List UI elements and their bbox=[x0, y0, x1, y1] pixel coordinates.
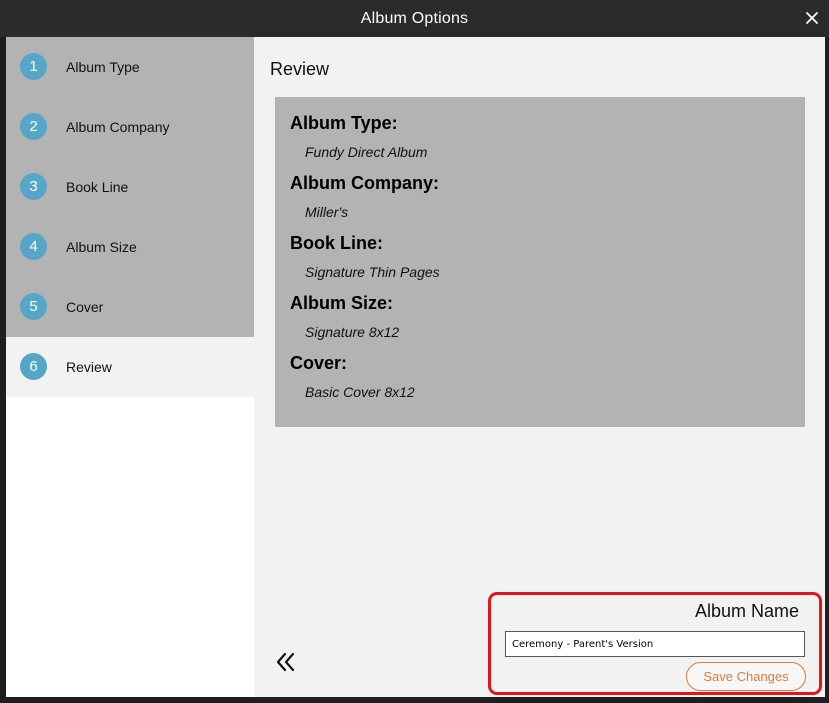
step-number-badge: 3 bbox=[20, 173, 47, 200]
step-album-company[interactable]: 2 Album Company bbox=[6, 97, 254, 157]
step-label: Book Line bbox=[66, 179, 129, 195]
review-item-book-line: Book Line: Signature Thin Pages bbox=[290, 233, 440, 280]
step-label: Review bbox=[66, 359, 112, 375]
album-name-label: Album Name bbox=[694, 601, 799, 621]
step-number-badge: 4 bbox=[20, 233, 47, 260]
page-title: Review bbox=[270, 59, 330, 79]
step-album-size[interactable]: 4 Album Size bbox=[6, 217, 254, 277]
review-value: Miller's bbox=[305, 204, 349, 220]
save-changes-button[interactable]: Save Changes bbox=[686, 662, 806, 691]
window-title: Album Options bbox=[360, 10, 469, 27]
review-key: Album Type: bbox=[290, 113, 398, 133]
close-icon[interactable] bbox=[805, 11, 819, 25]
step-number-badge: 6 bbox=[20, 353, 47, 380]
review-value: Basic Cover 8x12 bbox=[305, 384, 415, 400]
review-key: Album Size: bbox=[290, 293, 394, 313]
review-key: Album Company: bbox=[290, 173, 440, 193]
step-album-type[interactable]: 1 Album Type bbox=[6, 37, 254, 97]
step-label: Album Company bbox=[66, 119, 170, 135]
review-key: Book Line: bbox=[290, 233, 383, 253]
review-value: Fundy Direct Album bbox=[305, 144, 428, 160]
double-chevron-left-icon[interactable] bbox=[274, 651, 298, 673]
review-key: Cover: bbox=[290, 353, 348, 373]
review-item-album-type: Album Type: Fundy Direct Album bbox=[290, 113, 427, 160]
review-value: Signature Thin Pages bbox=[305, 264, 440, 280]
album-name-panel: Album Name Save Changes bbox=[488, 592, 822, 695]
step-label: Album Type bbox=[66, 59, 140, 75]
step-cover[interactable]: 5 Cover bbox=[6, 277, 254, 337]
step-number-badge: 1 bbox=[20, 53, 47, 80]
step-review[interactable]: 6 Review bbox=[6, 337, 254, 397]
review-summary: Album Type: Fundy Direct Album Album Com… bbox=[275, 97, 805, 427]
step-label: Cover bbox=[66, 299, 104, 315]
step-book-line[interactable]: 3 Book Line bbox=[6, 157, 254, 217]
step-label: Album Size bbox=[66, 239, 137, 255]
review-item-cover: Cover: Basic Cover 8x12 bbox=[290, 353, 415, 400]
main-panel: Review Album Type: Fundy Direct Album Al… bbox=[254, 37, 825, 697]
steps-sidebar: 1 Album Type 2 Album Company 3 Book Line… bbox=[6, 37, 254, 697]
step-number-badge: 5 bbox=[20, 293, 47, 320]
step-number-badge: 2 bbox=[20, 113, 47, 140]
review-value: Signature 8x12 bbox=[305, 324, 400, 340]
review-item-album-size: Album Size: Signature 8x12 bbox=[290, 293, 399, 340]
review-item-album-company: Album Company: Miller's bbox=[290, 173, 439, 220]
title-bar: Album Options bbox=[0, 0, 829, 37]
album-name-input[interactable] bbox=[505, 631, 805, 657]
